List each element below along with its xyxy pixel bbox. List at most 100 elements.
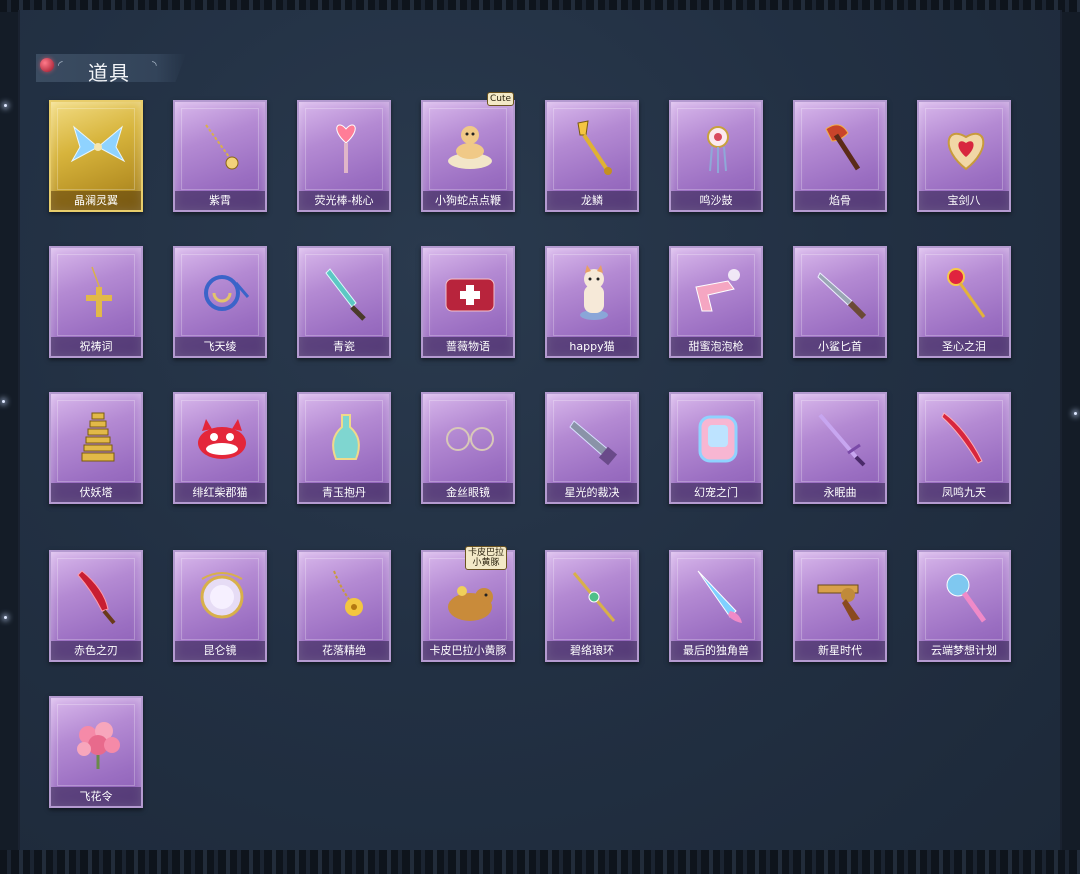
- item-slot[interactable]: 圣心之泪: [917, 246, 1011, 358]
- item-name-label: 青瓷: [299, 337, 389, 356]
- item-card[interactable]: 新星时代: [793, 550, 887, 662]
- item-slot[interactable]: 云端梦想计划: [917, 550, 1011, 662]
- item-slot[interactable]: 星光的裁决: [545, 392, 639, 504]
- item-slot[interactable]: 金丝眼镜: [421, 392, 515, 504]
- item-slot[interactable]: 青瓷: [297, 246, 391, 358]
- celadon-dagger-icon: [316, 258, 376, 328]
- item-name-label: 卡皮巴拉小黄豚: [423, 641, 513, 660]
- item-slot[interactable]: 龙鳞: [545, 100, 639, 212]
- item-slot[interactable]: 祝祷词: [49, 246, 143, 358]
- item-card[interactable]: 荧光棒-桃心: [297, 100, 391, 212]
- item-slot[interactable]: 凤鸣九天: [917, 392, 1011, 504]
- item-slot[interactable]: 宝剑八: [917, 100, 1011, 212]
- item-card[interactable]: happy猫: [545, 246, 639, 358]
- item-name-label: 紫霄: [175, 191, 265, 210]
- item-card[interactable]: 甜蜜泡泡枪: [669, 246, 763, 358]
- item-slot[interactable]: 新星时代: [793, 550, 887, 662]
- pet-gate-icon: [688, 404, 748, 474]
- item-name-label: 荧光棒-桃心: [299, 191, 389, 210]
- item-slot[interactable]: 甜蜜泡泡枪: [669, 246, 763, 358]
- item-card[interactable]: 飞花令: [49, 696, 143, 808]
- jade-vase-icon: [316, 404, 376, 474]
- item-card[interactable]: 小鲨匕首: [793, 246, 887, 358]
- cat-figure-icon: [564, 258, 624, 328]
- dream-mace-icon: [936, 562, 996, 632]
- swirl-ornament-icon: ◝: [152, 58, 157, 72]
- item-slot[interactable]: 荧光棒-桃心: [297, 100, 391, 212]
- item-card[interactable]: 云端梦想计划: [917, 550, 1011, 662]
- item-card[interactable]: 昆仑镜: [173, 550, 267, 662]
- bottom-border: [0, 850, 1080, 874]
- dreamcatcher-drum-icon: [688, 112, 748, 182]
- item-card[interactable]: 晶澜灵翼: [49, 100, 143, 212]
- item-name-label: 凤鸣九天: [919, 483, 1009, 502]
- item-name-label: 幻宠之门: [671, 483, 761, 502]
- item-card[interactable]: 凤鸣九天: [917, 392, 1011, 504]
- item-slot[interactable]: 幻宠之门: [669, 392, 763, 504]
- item-slot[interactable]: 伏妖塔: [49, 392, 143, 504]
- item-card[interactable]: 紫霄: [173, 100, 267, 212]
- item-card[interactable]: 龙鳞: [545, 100, 639, 212]
- item-slot[interactable]: 飞花令: [49, 696, 143, 808]
- unicorn-horn-icon: [688, 562, 748, 632]
- item-card[interactable]: 花落精绝: [297, 550, 391, 662]
- item-card[interactable]: 宝剑八: [917, 100, 1011, 212]
- item-slot[interactable]: 赤色之刃: [49, 550, 143, 662]
- item-card[interactable]: 飞天绫: [173, 246, 267, 358]
- item-slot[interactable]: 飞天绫: [173, 246, 267, 358]
- item-card[interactable]: 最后的独角兽: [669, 550, 763, 662]
- item-name-label: 青玉抱丹: [299, 483, 389, 502]
- cross-pendant-icon: [68, 258, 128, 328]
- item-slot[interactable]: 晶澜灵翼: [49, 100, 143, 212]
- item-card[interactable]: 赤色之刃: [49, 550, 143, 662]
- item-slot[interactable]: 蔷薇物语: [421, 246, 515, 358]
- ribbon-icon: [192, 258, 252, 328]
- flame-axe-icon: [812, 112, 872, 182]
- item-card[interactable]: 鸣沙鼓: [669, 100, 763, 212]
- flower-bouquet-icon: [68, 708, 128, 778]
- item-slot[interactable]: 昆仑镜: [173, 550, 267, 662]
- item-card[interactable]: 伏妖塔: [49, 392, 143, 504]
- item-name-label: 圣心之泪: [919, 337, 1009, 356]
- item-slot[interactable]: 绯红柴郡猫: [173, 392, 267, 504]
- crimson-blade-icon: [68, 562, 128, 632]
- item-card[interactable]: 金丝眼镜: [421, 392, 515, 504]
- item-slot[interactable]: 小鲨匕首: [793, 246, 887, 358]
- item-slot[interactable]: 花落精绝: [297, 550, 391, 662]
- violet-sword-icon: [812, 404, 872, 474]
- item-card[interactable]: 星光的裁决: [545, 392, 639, 504]
- item-name-label: 花落精绝: [299, 641, 389, 660]
- item-name-label: 小狗蛇点点鞭: [423, 191, 513, 210]
- sparkle-icon: [1074, 412, 1077, 415]
- item-card[interactable]: 青玉抱丹: [297, 392, 391, 504]
- item-slot[interactable]: 永眠曲: [793, 392, 887, 504]
- swirl-ornament-icon: ◜: [58, 58, 63, 72]
- item-card[interactable]: 永眠曲: [793, 392, 887, 504]
- sparkle-icon: [4, 616, 7, 619]
- item-slot[interactable]: happy猫: [545, 246, 639, 358]
- item-slot[interactable]: 鸣沙鼓: [669, 100, 763, 212]
- item-badge: Cute: [487, 92, 515, 106]
- glasses-icon: [440, 404, 500, 474]
- item-name-label: 甜蜜泡泡枪: [671, 337, 761, 356]
- item-slot[interactable]: 焰骨: [793, 100, 887, 212]
- flower-chain-icon: [316, 562, 376, 632]
- item-name-label: 碧络琅环: [547, 641, 637, 660]
- item-slot[interactable]: 青玉抱丹: [297, 392, 391, 504]
- item-name-label: 祝祷词: [51, 337, 141, 356]
- item-card[interactable]: 祝祷词: [49, 246, 143, 358]
- item-slot[interactable]: 碧络琅环: [545, 550, 639, 662]
- item-card[interactable]: 碧络琅环: [545, 550, 639, 662]
- item-slot[interactable]: 紫霄: [173, 100, 267, 212]
- item-card[interactable]: 圣心之泪: [917, 246, 1011, 358]
- item-slot[interactable]: 最后的独角兽: [669, 550, 763, 662]
- item-name-label: 最后的独角兽: [671, 641, 761, 660]
- item-card[interactable]: 绯红柴郡猫: [173, 392, 267, 504]
- item-slot[interactable]: 小狗蛇点点鞭 Cute: [421, 92, 515, 212]
- item-slot[interactable]: 卡皮巴拉小黄豚 卡皮巴拉 小黄豚: [421, 546, 515, 662]
- item-card[interactable]: 小狗蛇点点鞭: [421, 100, 515, 212]
- item-card[interactable]: 焰骨: [793, 100, 887, 212]
- item-card[interactable]: 青瓷: [297, 246, 391, 358]
- item-card[interactable]: 幻宠之门: [669, 392, 763, 504]
- item-card[interactable]: 蔷薇物语: [421, 246, 515, 358]
